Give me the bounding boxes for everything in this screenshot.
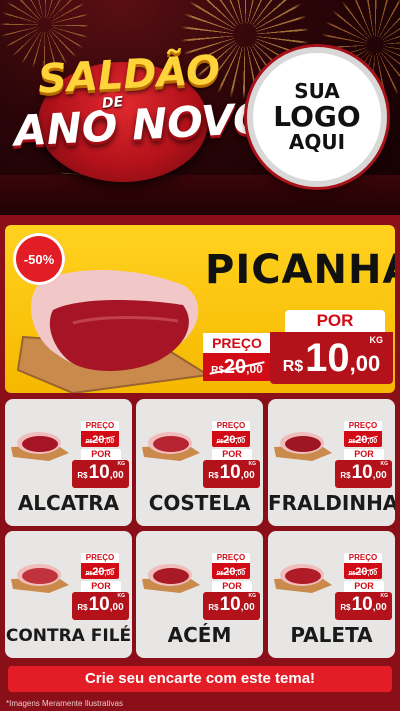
new-price: R$ 10,00 KG (203, 460, 260, 488)
old-price-box: PREÇO R$20,00 (81, 421, 119, 447)
preco-label: PREÇO (81, 553, 119, 563)
price-decimal: ,00 (349, 351, 381, 376)
price-unit: KG (117, 593, 126, 599)
por-label: POR (81, 449, 121, 460)
meat-icon (142, 564, 200, 593)
preco-label: PREÇO (81, 421, 119, 431)
product-name: ACÉM (167, 623, 232, 647)
old-price: R$20,00 (81, 431, 119, 447)
old-price-box: PREÇO R$20,00 (344, 553, 382, 579)
preco-label: PREÇO (344, 553, 382, 563)
price-integer: 10 (351, 462, 373, 483)
price-decimal: ,00 (372, 470, 387, 481)
price-decimal: ,00 (109, 602, 124, 613)
preco-label: PREÇO (212, 553, 250, 563)
currency-symbol: R$ (77, 471, 88, 480)
old-price: R$20,00 (344, 563, 382, 579)
price-decimal: ,00 (240, 602, 255, 613)
price-decimal: ,00 (372, 602, 387, 613)
product-name: CONTRA FILÉ (5, 626, 132, 646)
preco-label: PREÇO (344, 421, 382, 431)
old-price: R$20,00 (212, 563, 250, 579)
price-integer: 10 (219, 594, 241, 615)
logo-text-line-3: AQUI (288, 129, 346, 154)
old-price: R$20,00 (212, 431, 250, 447)
por-label: POR (212, 449, 252, 460)
product-card[interactable]: PREÇO R$20,00 POR R$ 10,00 KG FRALDINHA (268, 399, 395, 526)
cta-button[interactable]: Crie seu encarte com este tema! (8, 666, 392, 692)
disclaimer-text: *Imagens Meramente Ilustrativas (6, 699, 123, 708)
product-card[interactable]: PREÇO R$20,00 POR R$ 10,00 KG ACÉM (136, 531, 263, 658)
new-price: R$ 10,00 KG (335, 460, 392, 488)
product-name: FRALDINHA (268, 491, 395, 515)
featured-product-card[interactable]: -50% PICANHA POR PREÇO R$20,00 R$ 10 ,00… (5, 225, 395, 393)
old-price-box: PREÇO R$20,00 (203, 333, 271, 381)
logo-text-line-2: LOGO (273, 100, 361, 134)
price-integer: 10 (351, 594, 373, 615)
price-integer: 10 (88, 594, 110, 615)
price-unit: KG (380, 461, 389, 467)
meat-icon (274, 564, 332, 593)
logo-text-line-1: SUA (294, 79, 340, 104)
header-banner: SALDÃO ANO NOVO DE SUA LOGO AQUI (0, 0, 400, 215)
currency-symbol: R$ (340, 471, 351, 480)
meat-icon (11, 564, 69, 593)
price-unit: KG (248, 593, 257, 599)
new-price: R$ 10,00 KG (72, 592, 129, 620)
price-decimal: ,00 (240, 470, 255, 481)
por-label: POR (81, 581, 121, 592)
currency-symbol: R$ (340, 603, 351, 612)
title-line-1: SALDÃO (36, 47, 222, 103)
old-price-box: PREÇO R$20,00 (344, 421, 382, 447)
price-unit: KG (369, 335, 384, 345)
price-unit: KG (248, 461, 257, 467)
preco-label: PREÇO (203, 333, 271, 353)
new-price: R$ 10 ,00 KG (270, 332, 393, 384)
old-price-box: PREÇO R$20,00 (81, 553, 119, 579)
price-integer: 10 (88, 462, 110, 483)
por-label: POR (212, 581, 252, 592)
product-card[interactable]: PREÇO R$20,00 POR R$ 10,00 KG CONTRA FILÉ (5, 531, 132, 658)
price-unit: KG (117, 461, 126, 467)
product-name: ALCATRA (17, 491, 120, 515)
currency-symbol: R$ (208, 471, 219, 480)
currency-symbol: R$ (282, 358, 304, 375)
price-integer: 10 (305, 336, 350, 380)
old-price: R$20,00 (203, 353, 271, 381)
price-integer: 10 (219, 462, 241, 483)
product-card[interactable]: PREÇO R$20,00 POR R$ 10,00 KG PALETA (268, 531, 395, 658)
price-unit: KG (380, 593, 389, 599)
por-label: POR (344, 581, 384, 592)
meat-icon (11, 432, 69, 461)
product-name: COSTELA (148, 491, 251, 515)
product-card[interactable]: PREÇO R$20,00 POR R$ 10,00 KG ALCATRA (5, 399, 132, 526)
price-decimal: ,00 (109, 470, 124, 481)
new-price: R$ 10,00 KG (203, 592, 260, 620)
product-card[interactable]: PREÇO R$20,00 POR R$ 10,00 KG COSTELA (136, 399, 263, 526)
new-price: R$ 10,00 KG (72, 460, 129, 488)
logo-placeholder[interactable]: SUA LOGO AQUI (247, 47, 387, 187)
product-name: PALETA (290, 623, 373, 647)
por-label: POR (344, 449, 384, 460)
meat-icon (274, 432, 332, 461)
discount-badge: -50% (13, 233, 65, 285)
featured-product-name: PICANHA (205, 247, 395, 293)
preco-label: PREÇO (212, 421, 250, 431)
old-price: R$20,00 (81, 563, 119, 579)
old-price: R$20,00 (344, 431, 382, 447)
old-price-box: PREÇO R$20,00 (212, 421, 250, 447)
old-price-box: PREÇO R$20,00 (212, 553, 250, 579)
por-label: POR (285, 310, 385, 332)
currency-symbol: R$ (208, 603, 219, 612)
meat-icon (142, 432, 200, 461)
currency-symbol: R$ (77, 603, 88, 612)
new-price: R$ 10,00 KG (335, 592, 392, 620)
